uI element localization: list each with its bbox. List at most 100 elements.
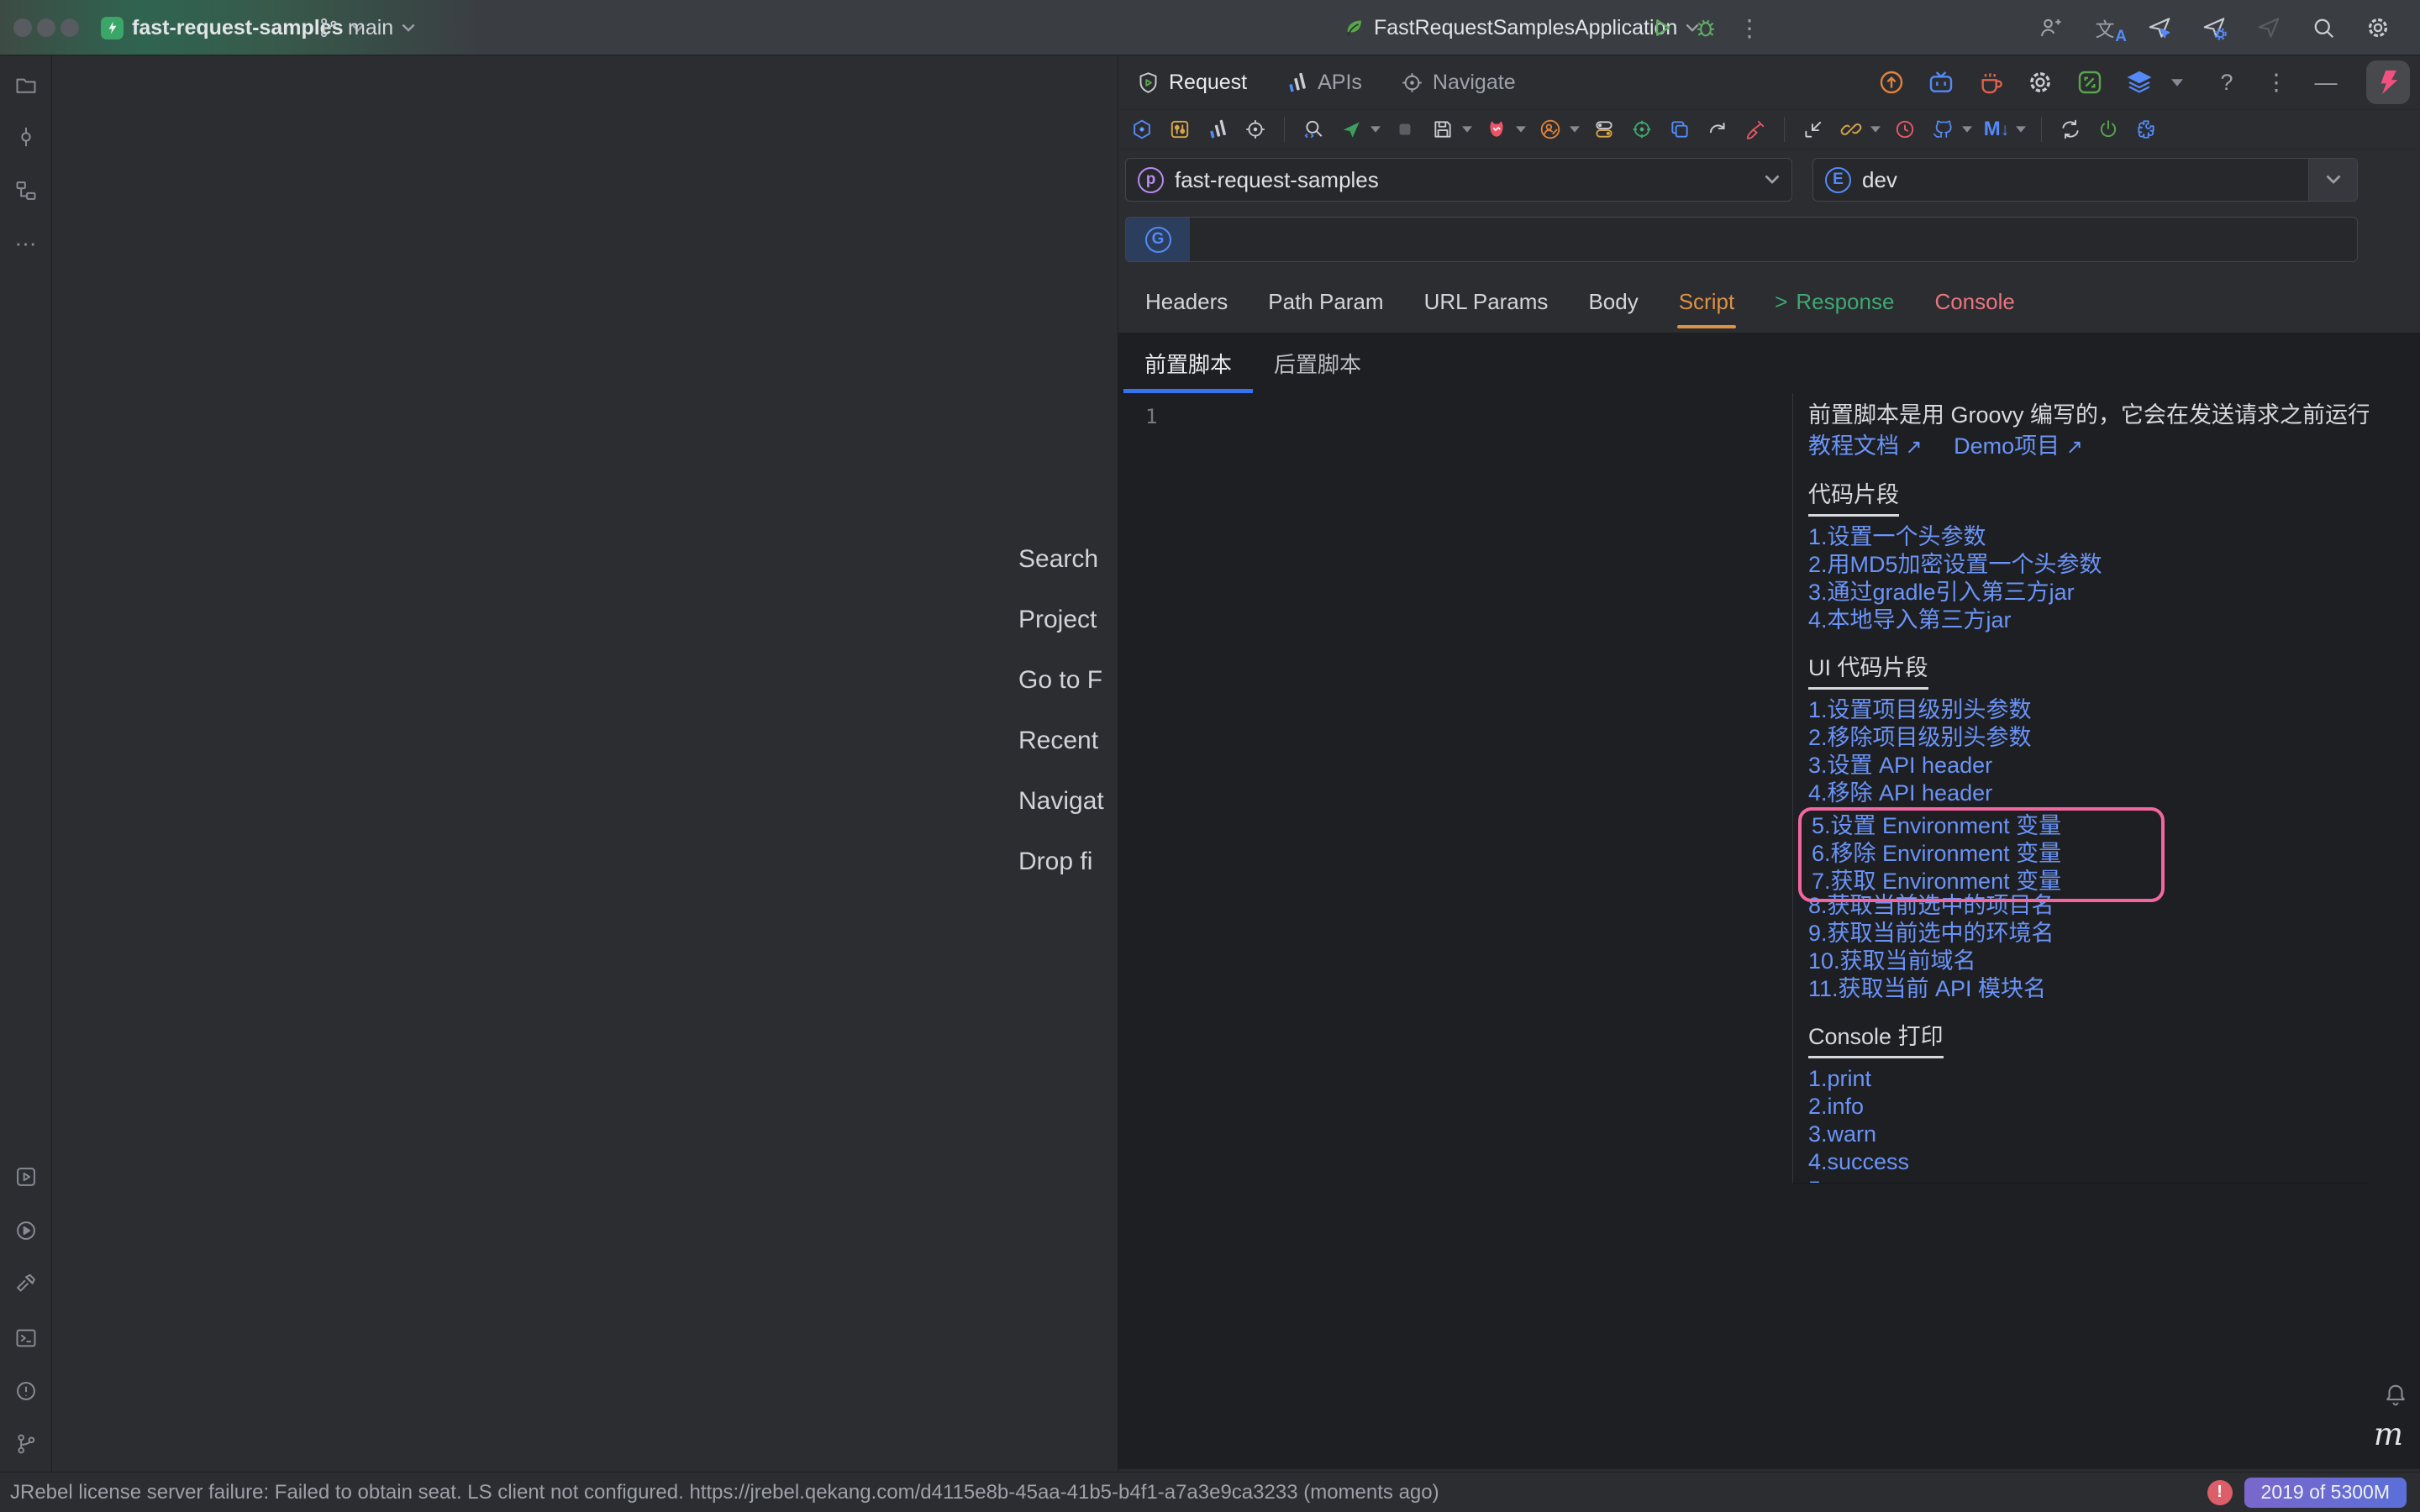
layers-icon[interactable] [2125,68,2154,97]
chevron-down-icon[interactable] [2308,159,2357,201]
scan-icon[interactable] [2075,68,2104,97]
doc-snippet-link[interactable]: 2.用MD5加密设置一个头参数 [1808,551,2369,579]
notifications-bell-icon[interactable] [2383,1383,2408,1408]
tab-pre-script[interactable]: 前置脚本 [1123,333,1253,393]
save-icon[interactable] [1429,116,1456,143]
more-icon[interactable]: ⋮ [2262,68,2291,97]
window-minimize-button[interactable] [37,18,55,37]
window-close-button[interactable] [13,18,32,37]
settings-icon[interactable] [2365,14,2391,41]
doc-snippet-link[interactable]: 2.移除项目级别头参数 [1808,724,2369,752]
minimize-icon[interactable]: — [2312,68,2340,97]
doc-snippet-link[interactable]: 3.设置 API header [1808,752,2369,780]
url-input[interactable] [1190,227,2357,253]
copy-icon[interactable] [1666,116,1693,143]
debug-button[interactable] [1689,12,1723,44]
doc-snippet-link[interactable]: 2.info [1808,1093,2369,1121]
markdown-icon[interactable]: M↓ [1983,116,2010,143]
history-icon[interactable] [1891,116,1918,143]
add-user-icon[interactable] [2037,14,2064,41]
doc-snippet-link[interactable]: 1.设置一个头参数 [1808,523,2369,551]
project-config-icon[interactable] [1128,116,1155,143]
search-api-icon[interactable] [1300,116,1327,143]
branch-widget[interactable]: main [318,0,415,55]
translate-icon[interactable]: 文A [2091,14,2118,41]
fast-request-logo[interactable] [2366,60,2410,104]
send-plane-disabled-icon[interactable] [2255,14,2282,41]
doc-snippet-link[interactable]: 1.设置项目级别头参数 [1808,696,2369,724]
doc-snippet-link[interactable]: 4.移除 API header [1808,780,2369,807]
run-icon[interactable] [11,1215,41,1246]
dropdown-caret-icon[interactable] [1962,126,1972,133]
doc-snippet-link[interactable]: 7.获取 Environment 变量 [1812,868,2161,895]
problems-icon[interactable] [11,1376,41,1406]
memory-indicator[interactable]: 2019 of 5300M [2244,1478,2407,1508]
sync-icon[interactable] [2057,116,2084,143]
script-editor[interactable]: 1 前置脚本是用 Groovy 编写的，它会在发送请求之前运行 教程文档 ↗ D… [1118,393,2420,1469]
environment-target-icon[interactable] [1628,116,1655,143]
settings-panel-icon[interactable] [1166,116,1193,143]
run-button[interactable] [1645,12,1679,44]
doc-snippet-link[interactable]: 1.print [1808,1065,2369,1093]
navigate-target-icon[interactable] [1242,116,1269,143]
chevron-down-icon[interactable] [2163,68,2191,97]
doc-link-demo[interactable]: Demo项目 ↗ [1954,433,2083,459]
doc-snippet-link[interactable]: 3.通过gradle引入第三方jar [1808,579,2369,606]
stop-request-icon[interactable] [1392,116,1418,143]
doc-snippet-link[interactable]: 4.success [1808,1148,2369,1176]
tab-request[interactable]: Request [1137,71,1247,95]
tab-post-script[interactable]: 后置脚本 [1253,333,1382,393]
project-folder-icon[interactable] [11,70,41,100]
help-icon[interactable]: ? [2212,68,2241,97]
commit-icon[interactable] [11,122,41,152]
dropdown-caret-icon[interactable] [1570,126,1580,133]
terminal-icon[interactable] [11,1323,41,1353]
import-icon[interactable] [1800,116,1827,143]
tab-console[interactable]: Console [1914,270,2034,333]
environment-select[interactable]: E dev [1812,158,2358,202]
floating-m-widget[interactable]: m [2374,1416,2403,1452]
services-icon[interactable] [11,1162,41,1192]
doc-snippet-link[interactable]: 3.warn [1808,1121,2369,1148]
version-control-icon[interactable] [11,1429,41,1459]
tab-body[interactable]: Body [1568,270,1658,333]
send-request-icon[interactable] [1338,116,1365,143]
dropdown-caret-icon[interactable] [1462,126,1472,133]
tab-response[interactable]: >Response [1754,270,1914,333]
clean-icon[interactable] [1742,116,1769,143]
github-icon[interactable] [1929,116,1956,143]
tv-icon[interactable] [1927,68,1955,97]
tab-navigate[interactable]: Navigate [1401,71,1516,95]
doc-snippet-link[interactable]: 5.设置 Environment 变量 [1812,812,2161,840]
doc-snippet-link[interactable]: 4.本地导入第三方jar [1808,606,2369,634]
toggles-icon[interactable] [1591,116,1618,143]
doc-link-tutorial[interactable]: 教程文档 ↗ [1808,433,1923,459]
project-select[interactable]: p fast-request-samples [1125,158,1792,202]
settings-icon[interactable] [2026,68,2054,97]
dropdown-caret-icon[interactable] [1516,126,1526,133]
api-chart-icon[interactable] [1204,116,1231,143]
send-plane-settings-icon[interactable] [2201,14,2228,41]
error-badge-icon[interactable]: ! [2207,1480,2233,1505]
search-icon[interactable] [2310,14,2337,41]
dropdown-caret-icon[interactable] [2016,126,2026,133]
doc-snippet-link[interactable]: 11.获取当前 API 模块名 [1808,975,2369,1003]
send-plane-cursor-icon[interactable] [2146,14,2173,41]
power-icon[interactable] [2095,116,2122,143]
dropdown-caret-icon[interactable] [1870,126,1881,133]
tab-path-param[interactable]: Path Param [1248,270,1403,333]
doc-snippet-link[interactable]: 5.error [1808,1176,2369,1184]
tab-headers[interactable]: Headers [1125,270,1248,333]
doc-snippet-link[interactable]: 9.获取当前选中的环境名 [1808,920,2369,948]
window-zoom-button[interactable] [60,18,79,37]
structure-icon[interactable] [11,176,41,206]
status-message[interactable]: JRebel license server failure: Failed to… [10,1481,1439,1504]
more-actions-icon[interactable]: ⋮ [1733,12,1766,44]
doc-snippet-link[interactable]: 10.获取当前域名 [1808,948,2369,975]
tab-script[interactable]: Script [1659,270,1754,333]
coffee-icon[interactable] [1976,68,2005,97]
tab-url-params[interactable]: URL Params [1404,270,1569,333]
method-badge[interactable]: G [1126,218,1190,261]
redo-icon[interactable] [1704,116,1731,143]
dropdown-caret-icon[interactable] [1370,126,1381,133]
